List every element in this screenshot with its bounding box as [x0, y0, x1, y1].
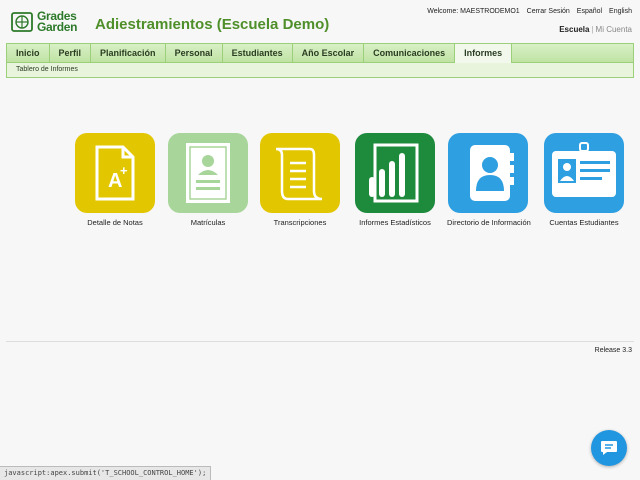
tab-inicio[interactable]: Inicio — [7, 44, 50, 62]
lang-es-link[interactable]: Español — [577, 8, 602, 15]
logout-link[interactable]: Cerrar Sesión — [527, 8, 570, 15]
grade-document-icon: A + — [95, 145, 135, 201]
tile-transcripciones[interactable]: Transcripciones — [259, 133, 341, 227]
statistics-chart-icon — [369, 143, 419, 203]
chat-button[interactable] — [591, 430, 627, 466]
account-links: Escuela | Mi Cuenta — [559, 25, 632, 34]
footer-divider — [6, 341, 634, 342]
tile-cuentas-estudiantes[interactable]: Cuentas Estudiantes — [543, 133, 625, 227]
escuela-link[interactable]: Escuela — [559, 25, 589, 34]
sub-nav: Tablero de Informes — [6, 63, 634, 78]
svg-text:+: + — [120, 163, 128, 178]
sub-nav-tablero-informes[interactable]: Tablero de Informes — [16, 66, 78, 73]
separator: | — [591, 25, 594, 34]
tab-informes[interactable]: Informes — [455, 44, 513, 63]
page-title: Adiestramientos (Escuela Demo) — [95, 16, 330, 33]
tile-icon-box: A + — [75, 133, 155, 213]
tile-icon-box — [355, 133, 435, 213]
grades-garden-logo[interactable]: Grades Garden — [11, 10, 83, 35]
scroll-icon — [275, 147, 323, 201]
tile-label: Cuentas Estudiantes — [549, 218, 619, 227]
tile-icon-box — [448, 133, 528, 213]
tile-informes-estadisticos[interactable]: Informes Estadísticos — [354, 133, 436, 227]
address-book-icon — [470, 145, 514, 201]
tile-label: Transcripciones — [273, 218, 327, 227]
tab-personal[interactable]: Personal — [166, 44, 223, 62]
lang-en-link[interactable]: English — [609, 8, 632, 15]
tab-ano-escolar[interactable]: Año Escolar — [293, 44, 365, 62]
top-links: Welcome: MAESTRODEMO1 Cerrar Sesión Espa… — [427, 8, 632, 15]
tab-planificacion[interactable]: Planificación — [91, 44, 166, 62]
welcome-text: Welcome: MAESTRODEMO1 — [427, 8, 520, 15]
tile-label: Matrículas — [190, 218, 226, 227]
tile-label: Directorio de Información — [447, 218, 531, 227]
tab-perfil[interactable]: Perfil — [50, 44, 92, 62]
tab-comunicaciones[interactable]: Comunicaciones — [364, 44, 456, 62]
tab-estudiantes[interactable]: Estudiantes — [223, 44, 293, 62]
chat-bubble-icon — [601, 441, 617, 455]
tile-icon-box — [544, 133, 624, 213]
browser-status-bar: javascript:apex.submit('T_SCHOOL_CONTROL… — [0, 466, 212, 480]
mi-cuenta-link[interactable]: Mi Cuenta — [596, 25, 632, 34]
logo-line2: Garden — [37, 20, 78, 34]
id-badge-icon — [552, 142, 616, 197]
enrollment-form-icon — [186, 143, 230, 203]
tile-label: Informes Estadísticos — [359, 218, 431, 227]
main-nav: Inicio Perfil Planificación Personal Est… — [6, 43, 634, 63]
tile-matriculas[interactable]: Matrículas — [167, 133, 249, 227]
tile-icon-box — [260, 133, 340, 213]
tile-label: Detalle de Notas — [87, 218, 143, 227]
tile-icon-box — [168, 133, 248, 213]
logo-text: Grades Garden — [37, 10, 78, 34]
tile-directorio-informacion[interactable]: Directorio de Información — [447, 133, 531, 227]
tile-detalle-notas[interactable]: A + Detalle de Notas — [74, 133, 156, 227]
globe-logo-icon — [11, 12, 33, 32]
release-version: Release 3.3 — [594, 347, 632, 354]
